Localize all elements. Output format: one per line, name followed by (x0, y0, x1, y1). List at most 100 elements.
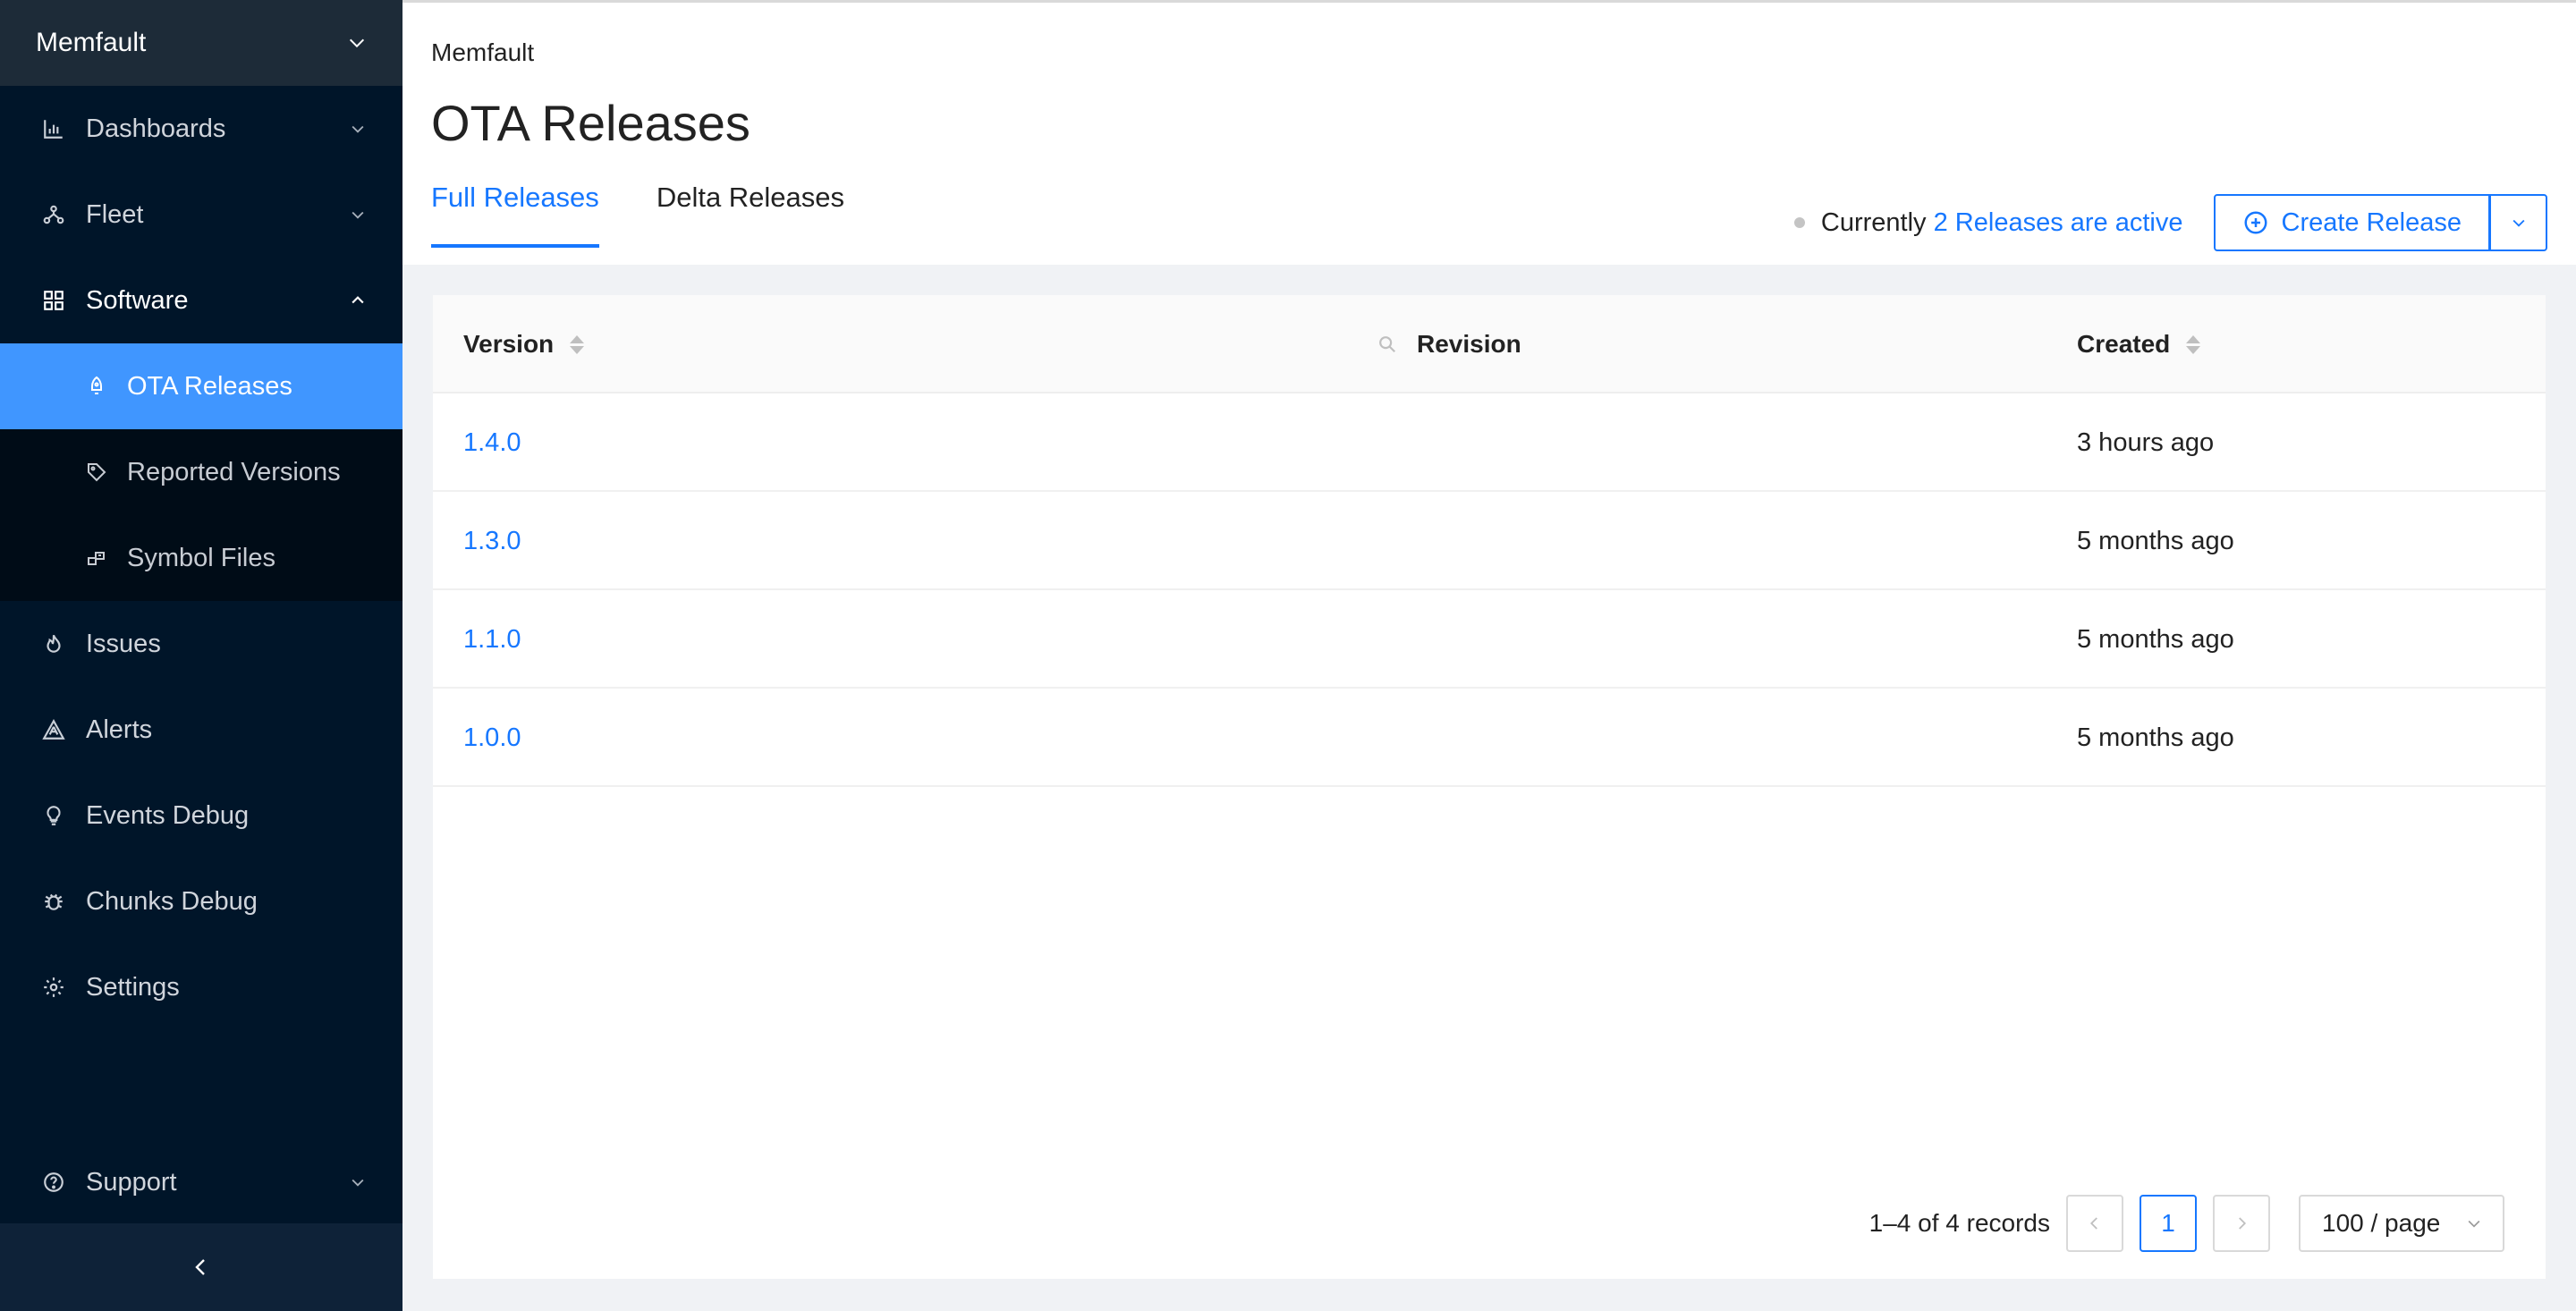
page-size-value: 100 / page (2322, 1209, 2441, 1237)
sidebar-item-settings[interactable]: Settings (0, 944, 402, 1030)
header-actions: Currently 2 Releases are active Create R… (1793, 194, 2547, 251)
version-link[interactable]: 1.4.0 (463, 393, 521, 492)
sidebar-item-symbol-files[interactable]: Symbol Files (0, 515, 402, 601)
pagination: 1–4 of 4 records 1 100 / page (1869, 1195, 2504, 1252)
main-content: Memfault OTA Releases Full Releases Delt… (402, 0, 2576, 1311)
page-size-select[interactable]: 100 / page (2299, 1195, 2504, 1252)
gear-icon (41, 975, 66, 1000)
table-row: 1.3.0 5 months ago (433, 492, 2546, 590)
column-label: Version (463, 330, 555, 358)
chevron-up-icon (352, 296, 364, 304)
version-link[interactable]: 1.0.0 (463, 689, 521, 787)
sidebar-item-label: Reported Versions (127, 457, 341, 486)
sidebar-item-issues[interactable]: Issues (0, 601, 402, 687)
sidebar-item-label: Events Debug (86, 800, 250, 830)
sort-icon (570, 334, 585, 354)
plus-circle-icon (2244, 211, 2267, 234)
column-header-version[interactable]: Version (463, 295, 585, 393)
column-label: Created (2077, 330, 2171, 358)
sidebar-item-label: Dashboards (86, 114, 226, 143)
chevron-down-icon (349, 38, 365, 48)
releases-table-card: Version Revision Created 1.4.0 3 hours a… (433, 295, 2546, 1279)
sidebar-item-software[interactable]: Software (0, 258, 402, 343)
column-header-created[interactable]: Created (2077, 295, 2201, 393)
sidebar-item-label: Issues (86, 629, 161, 658)
sidebar-item-label: Chunks Debug (86, 886, 258, 916)
sidebar-item-support[interactable]: Support (0, 1139, 402, 1225)
cluster-icon (41, 202, 66, 227)
sidebar-item-fleet[interactable]: Fleet (0, 172, 402, 258)
active-releases-link[interactable]: 2 Releases are active (1934, 208, 2183, 237)
prev-page-button[interactable] (2066, 1195, 2123, 1252)
create-release-button[interactable]: Create Release (2213, 194, 2490, 251)
tab-full-releases[interactable]: Full Releases (431, 182, 599, 248)
sidebar-item-label: Fleet (86, 199, 144, 229)
chevron-right-icon (2239, 1217, 2247, 1230)
chevron-down-icon (2512, 219, 2524, 227)
status-dot (1793, 217, 1805, 228)
create-release-dropdown-button[interactable] (2490, 194, 2547, 251)
chevron-down-icon (352, 211, 364, 219)
page-1-button[interactable]: 1 (2140, 1195, 2197, 1252)
status-prefix: Currently (1820, 207, 1927, 237)
create-release-label: Create Release (2281, 207, 2462, 237)
sidebar-item-reported-versions[interactable]: Reported Versions (0, 429, 402, 515)
sort-icon (2186, 334, 2201, 354)
active-releases-status: Currently 2 Releases are active (1821, 208, 2183, 238)
table-row: 1.4.0 3 hours ago (433, 393, 2546, 492)
sidebar-item-dashboards[interactable]: Dashboards (0, 86, 402, 172)
bug-icon (41, 889, 66, 914)
tag-icon (84, 460, 109, 485)
next-page-button[interactable] (2213, 1195, 2270, 1252)
page-title: OTA Releases (431, 95, 750, 151)
table-header: Version Revision Created (433, 295, 2546, 393)
sidebar-nav: Dashboards Fleet Software (0, 86, 402, 343)
sidebar-item-alerts[interactable]: Alerts (0, 687, 402, 773)
created-cell: 5 months ago (2077, 624, 2234, 654)
sidebar-item-label: OTA Releases (127, 371, 292, 401)
sidebar-item-chunks-debug[interactable]: Chunks Debug (0, 858, 402, 944)
column-label: Revision (1417, 330, 1521, 358)
bar-chart-icon (41, 116, 66, 141)
chevron-down-icon (352, 125, 364, 133)
search-icon (1379, 336, 1396, 353)
alert-icon (41, 717, 66, 742)
sidebar-item-label: Software (86, 285, 189, 315)
question-circle-icon (41, 1170, 66, 1195)
chevron-left-icon (2089, 1217, 2097, 1230)
sidebar-item-ota-releases[interactable]: OTA Releases (0, 343, 402, 429)
block-icon (84, 546, 109, 571)
table-row: 1.0.0 5 months ago (433, 689, 2546, 787)
version-link[interactable]: 1.3.0 (463, 492, 521, 590)
rocket-icon (84, 374, 109, 399)
sidebar-item-label: Support (86, 1167, 177, 1197)
page-header: Memfault OTA Releases Full Releases Delt… (402, 0, 2576, 265)
sidebar-item-label: Alerts (86, 715, 153, 744)
release-tabs: Full Releases Delta Releases (431, 182, 844, 248)
sidebar-nav-lower: Issues Alerts Events Debug Chunks Debug … (0, 601, 402, 1030)
chevron-down-icon (2468, 1220, 2480, 1228)
sidebar-item-label: Symbol Files (127, 543, 275, 572)
version-search-filter[interactable] (1377, 295, 1397, 393)
org-switcher[interactable]: Memfault (0, 0, 402, 86)
create-release-group: Create Release (2213, 194, 2547, 251)
created-cell: 5 months ago (2077, 526, 2234, 555)
sidebar: Memfault Dashboards Fleet Software OTA R… (0, 0, 402, 1311)
sidebar-item-label: Settings (86, 972, 180, 1002)
chevron-down-icon (352, 1179, 364, 1187)
software-submenu: OTA Releases Reported Versions Symbol Fi… (0, 343, 402, 601)
fire-icon (41, 631, 66, 656)
sidebar-item-events-debug[interactable]: Events Debug (0, 773, 402, 858)
records-total: 1–4 of 4 records (1868, 1209, 2050, 1237)
column-header-revision: Revision (1417, 295, 1521, 393)
created-cell: 5 months ago (2077, 723, 2234, 752)
table-row: 1.1.0 5 months ago (433, 590, 2546, 689)
version-link[interactable]: 1.1.0 (463, 590, 521, 689)
bulb-icon (41, 803, 66, 828)
support-section: Support (0, 1139, 402, 1225)
chevron-left-icon (195, 1259, 205, 1275)
tab-delta-releases[interactable]: Delta Releases (657, 182, 844, 248)
collapse-sidebar-button[interactable] (0, 1223, 402, 1311)
created-cell: 3 hours ago (2077, 427, 2215, 457)
breadcrumb[interactable]: Memfault (431, 38, 534, 67)
